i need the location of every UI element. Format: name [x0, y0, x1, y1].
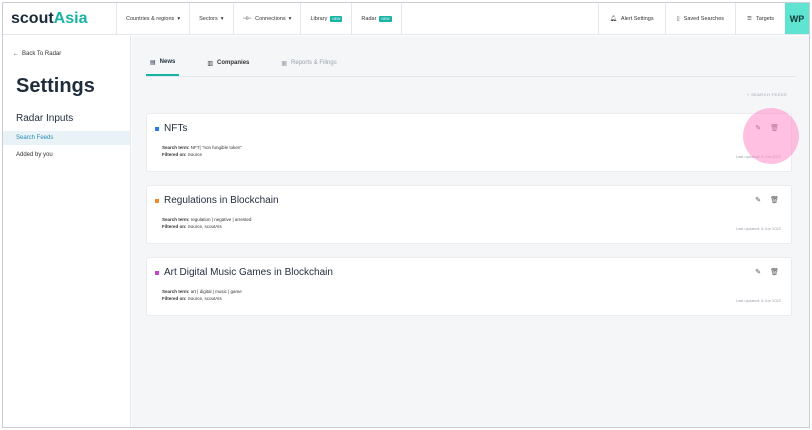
settings-sidebar: ← Back To Radar Settings Radar Inputs Se…: [3, 36, 131, 427]
feed-card: NFTs Search term: NFT| "non fungible tok…: [146, 113, 792, 172]
alert-settings-label: Alert Settings: [620, 15, 654, 22]
feed-title-text: Art Digital Music Games in Blockchain: [164, 267, 333, 278]
click-highlight-circle: [743, 108, 799, 164]
edit-pencil-icon[interactable]: ✎: [755, 196, 761, 204]
add-search-feed-link[interactable]: + SEARCH FEEDS: [747, 92, 787, 97]
saved-searches-button[interactable]: ▯ Saved Searches: [664, 3, 735, 34]
filtered-on-label: Filtered on:: [162, 224, 187, 229]
back-label: Back To Radar: [22, 51, 62, 57]
tab-companies[interactable]: ▥ Companies: [203, 50, 253, 76]
feed-title: NFTs: [155, 123, 187, 134]
chevron-down-icon: ▾: [220, 15, 224, 22]
feed-actions: ✎ 🗑︎: [755, 268, 779, 276]
feed-color-marker: [155, 126, 159, 131]
bookmark-icon: ▯: [676, 15, 680, 22]
app-window: scout Asia Countries & regions ▾ Sectors …: [2, 2, 810, 428]
logo-asia: Asia: [53, 9, 88, 27]
avatar[interactable]: WP: [785, 3, 809, 34]
nav-radar[interactable]: Radar NEW: [352, 3, 402, 34]
last-updated: Last updated: 8 Jun 2022: [735, 226, 781, 231]
search-term-label: Search term:: [162, 217, 190, 222]
feed-title-text: Regulations in Blockchain: [164, 195, 279, 206]
alert-settings-button[interactable]: 🔔︎ Alert Settings: [597, 3, 665, 34]
nav-library[interactable]: Library NEW: [301, 3, 353, 34]
feed-actions: ✎ 🗑︎: [755, 196, 779, 204]
nav-connections[interactable]: ⊣⊢ Connections ▾: [234, 3, 302, 34]
filtered-on-value: Source, scoutAIs: [187, 296, 222, 301]
chevron-down-icon: ▾: [288, 15, 292, 22]
filtered-on-value: Source, scoutAIs: [187, 224, 222, 229]
logo-scout: scout: [11, 9, 54, 27]
bell-icon: 🔔︎: [609, 15, 617, 22]
back-to-radar-link[interactable]: ← Back To Radar: [13, 51, 61, 57]
building-icon: ▥: [207, 60, 214, 67]
feed-card: Regulations in Blockchain Search term: r…: [146, 185, 792, 244]
tab-label: Companies: [217, 60, 250, 66]
nav-label: Countries & regions: [126, 15, 175, 22]
nav-label: Sectors: [199, 15, 218, 22]
main-content: ▤ News ▥ Companies ▦ Reports & Filings +…: [132, 36, 809, 427]
top-navigation-bar: scout Asia Countries & regions ▾ Sectors …: [3, 3, 809, 35]
targets-label: Targets: [755, 15, 774, 22]
tab-reports-filings[interactable]: ▦ Reports & Filings: [277, 50, 340, 76]
tab-label: Reports & Filings: [291, 60, 337, 66]
feed-color-marker: [155, 270, 159, 275]
sidebar-item-search-feeds[interactable]: Search Feeds: [3, 131, 130, 145]
nav-label: Library: [310, 15, 328, 22]
search-term-value: NFT| "non fungible token": [190, 145, 242, 150]
tab-divider: [146, 76, 796, 77]
delete-trash-icon[interactable]: 🗑︎: [770, 268, 779, 276]
nav-label: Radar: [361, 15, 377, 22]
search-term-value: regulation | negative | arrested: [190, 217, 252, 222]
delete-trash-icon[interactable]: 🗑︎: [770, 196, 779, 204]
content-tabs: ▤ News ▥ Companies ▦ Reports & Filings: [146, 50, 341, 76]
last-updated: Last updated: 8 Jun 2022: [735, 298, 781, 303]
filtered-on-label: Filtered on:: [162, 296, 187, 301]
scoutasia-logo[interactable]: scout Asia: [3, 3, 117, 34]
arrow-left-icon: ←: [13, 51, 19, 57]
feed-meta: Search term: art | digital | music | gam…: [162, 288, 242, 302]
list-icon: ☰: [747, 15, 752, 22]
radar-inputs-heading: Radar Inputs: [16, 113, 74, 124]
edit-pencil-icon[interactable]: ✎: [755, 268, 761, 276]
document-icon: ▦: [281, 60, 288, 67]
newspaper-icon: ▤: [150, 59, 156, 66]
nav-label: Connections: [255, 15, 286, 22]
tab-news[interactable]: ▤ News: [146, 50, 180, 76]
saved-searches-label: Saved Searches: [683, 15, 725, 22]
nav-countries-regions[interactable]: Countries & regions ▾: [117, 3, 191, 34]
feed-title-text: NFTs: [164, 123, 188, 134]
connections-icon: ⊣⊢: [242, 15, 253, 22]
feed-title: Regulations in Blockchain: [155, 195, 279, 206]
feed-title: Art Digital Music Games in Blockchain: [155, 267, 333, 278]
sidebar-item-added-by-you[interactable]: Added by you: [3, 148, 130, 162]
new-badge: NEW: [379, 15, 392, 22]
feed-card: Art Digital Music Games in Blockchain Se…: [146, 257, 792, 316]
search-term-label: Search term:: [162, 145, 190, 150]
targets-button[interactable]: ☰ Targets: [735, 3, 785, 34]
feed-meta: Search term: regulation | negative | arr…: [162, 216, 251, 230]
feed-color-marker: [155, 198, 159, 203]
feed-meta: Search term: NFT| "non fungible token" F…: [162, 144, 242, 158]
filtered-on-value: Source: [187, 152, 203, 157]
search-term-label: Search term:: [162, 289, 190, 294]
search-term-value: art | digital | music | game: [190, 289, 242, 294]
page-title: Settings: [16, 75, 95, 97]
filtered-on-label: Filtered on:: [162, 152, 187, 157]
main-nav: Countries & regions ▾ Sectors ▾ ⊣⊢ Conne…: [117, 3, 402, 34]
new-badge: NEW: [330, 15, 343, 22]
chevron-down-icon: ▾: [177, 15, 181, 22]
tab-label: News: [159, 59, 176, 65]
nav-sectors[interactable]: Sectors ▾: [190, 3, 234, 34]
